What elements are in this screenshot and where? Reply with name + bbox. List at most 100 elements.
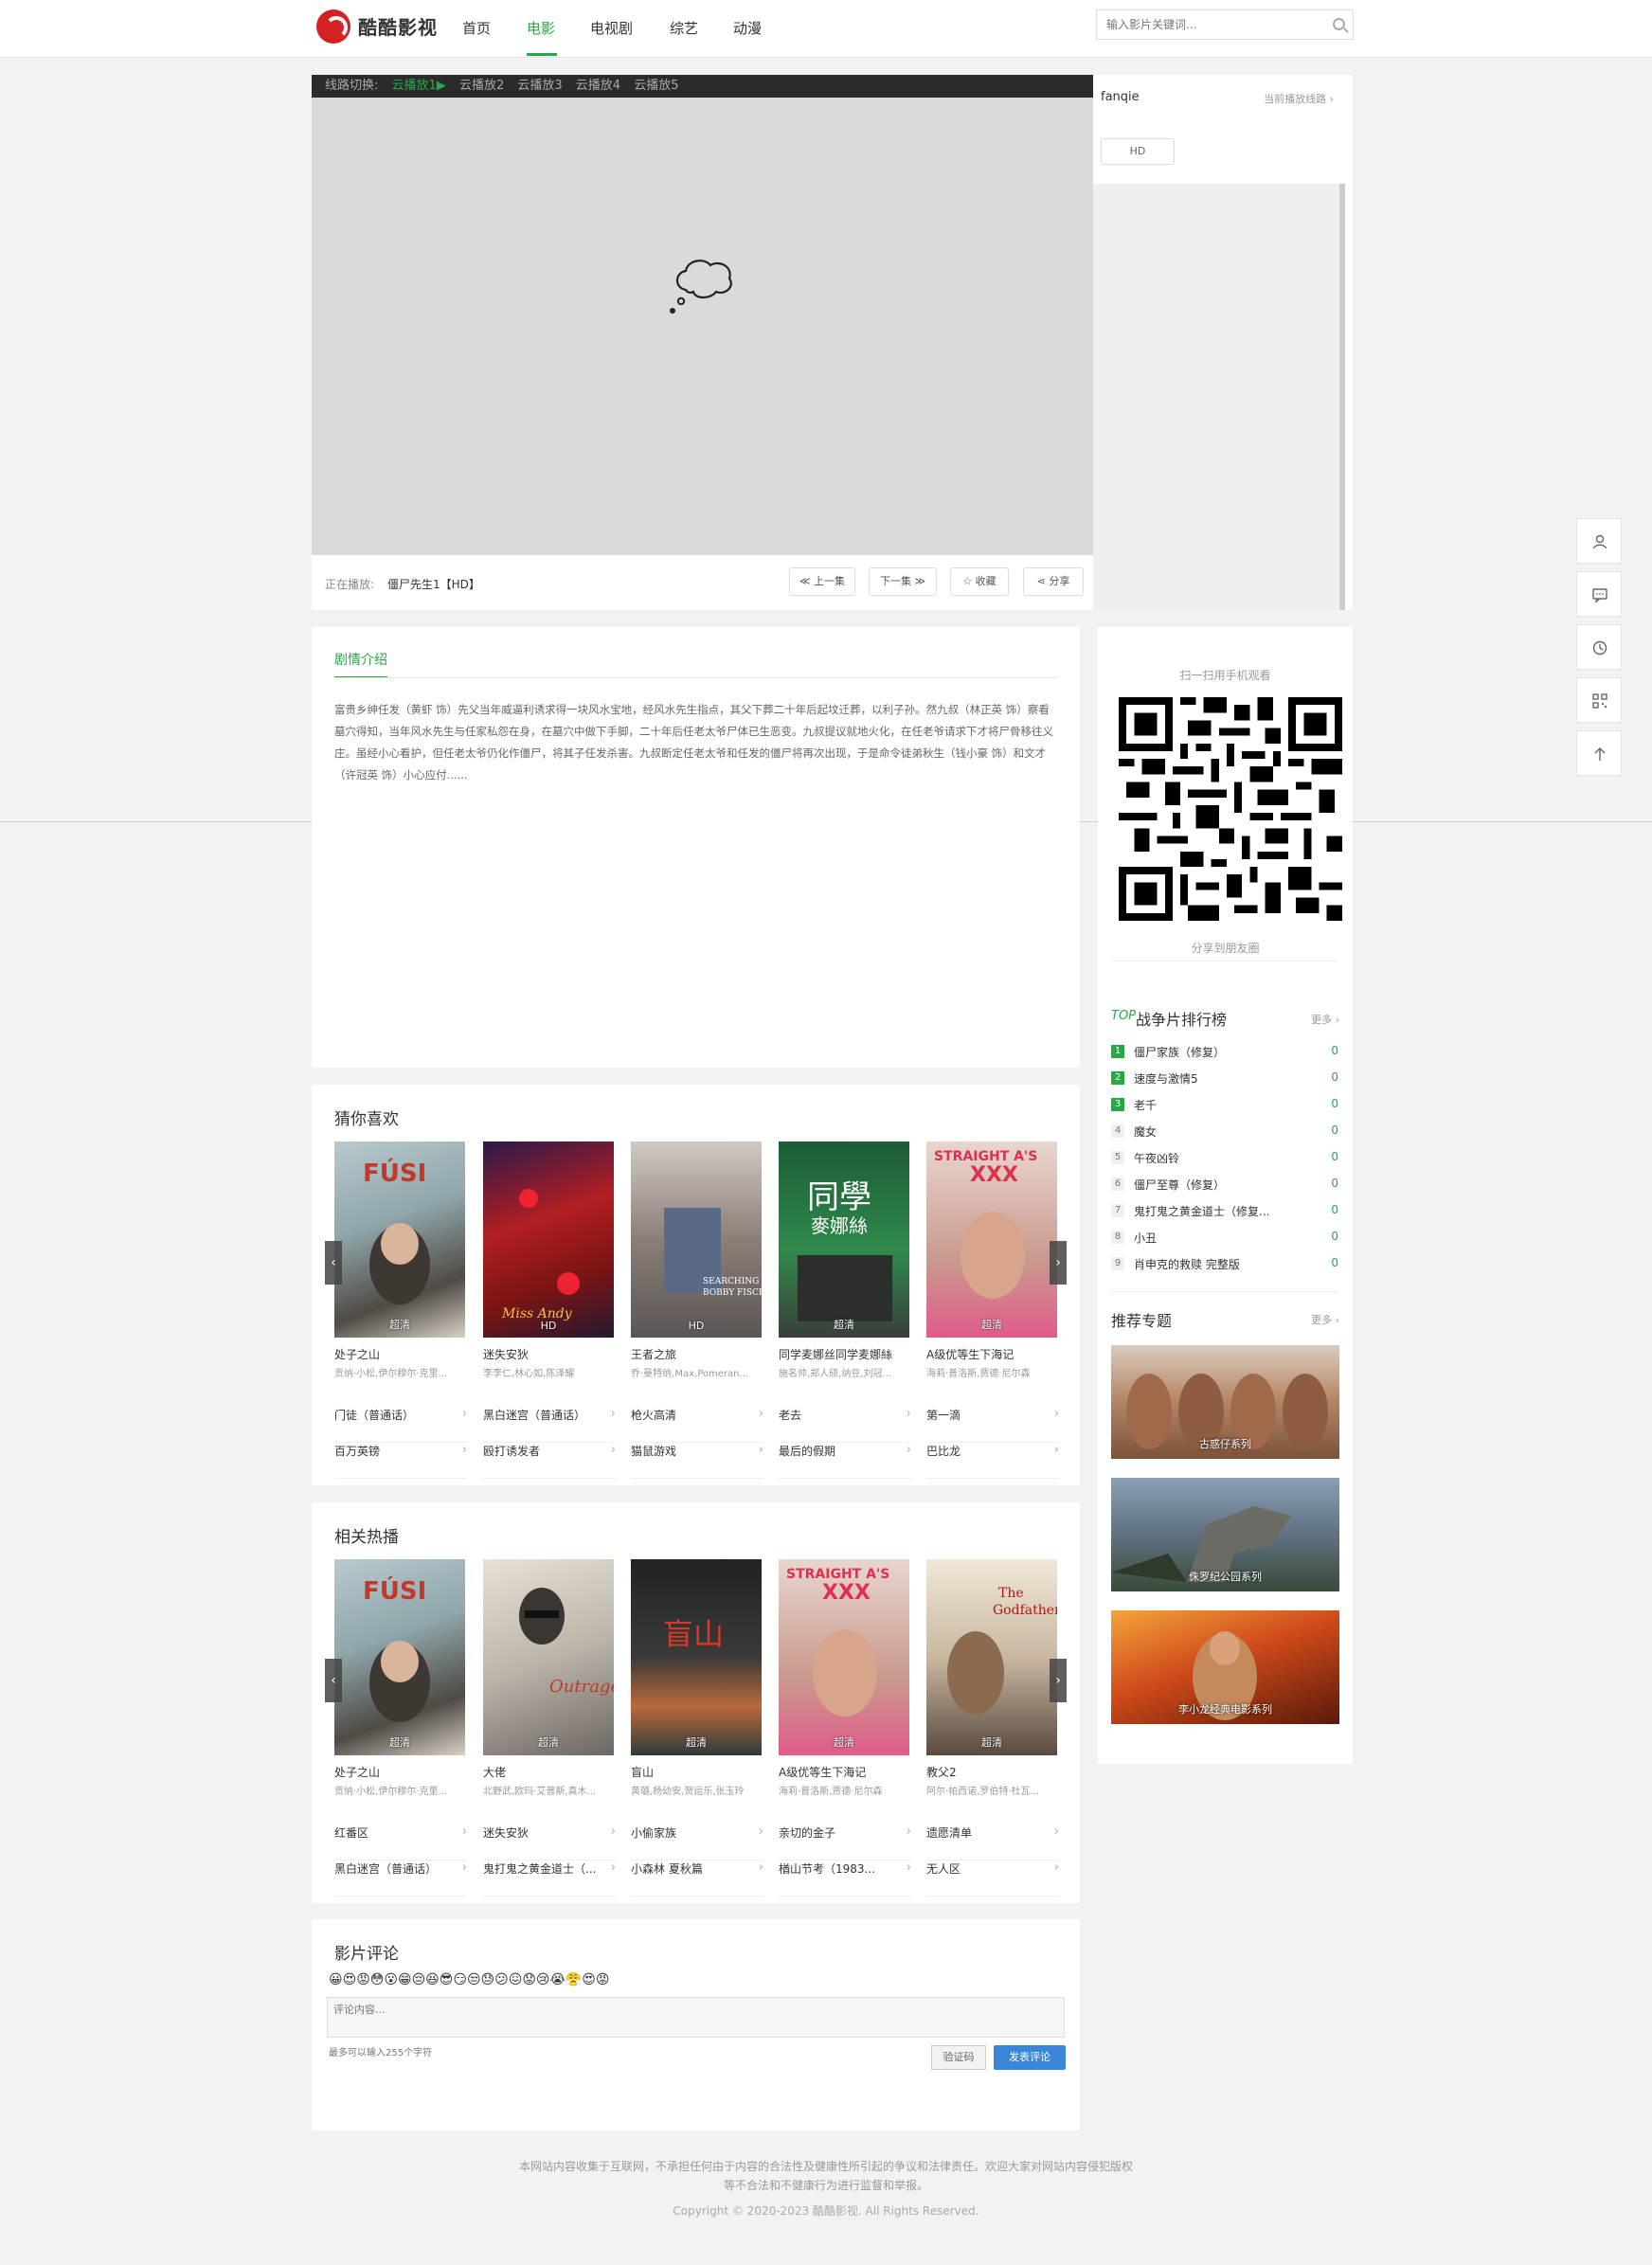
next-episode-button[interactable]: 下一集 ≫ [869,567,937,596]
line-option-3[interactable]: 云播放3 [517,79,562,93]
nav-variety[interactable]: 综艺 [670,18,698,38]
related-link[interactable]: 巴比龙 › [926,1443,1059,1479]
carousel-next-button[interactable]: › [1050,1659,1067,1702]
topic-card[interactable]: 侏罗纪公园系列 [1111,1478,1339,1591]
related-link[interactable]: 猫鼠游戏 › [631,1443,763,1479]
poster-title[interactable]: 教父2 [926,1764,1057,1780]
poster-title[interactable]: 大佬 [483,1764,614,1780]
poster-title[interactable]: A级优等生下海记 [926,1346,1057,1362]
chevron-right-icon: › [758,1443,763,1457]
source-name[interactable]: fanqie [1101,90,1140,104]
poster-title[interactable]: A级优等生下海记 [779,1764,909,1780]
poster-title[interactable]: 同学麦娜丝同学麦娜絲 [779,1346,909,1362]
rank-item[interactable]: 2 速度与激情5 0 [1111,1069,1338,1088]
poster-image[interactable]: 盲山 超清 [631,1559,762,1755]
related-link[interactable]: 小森林 夏秋篇 › [631,1861,763,1896]
poster-title[interactable]: 王者之旅 [631,1346,762,1362]
chevron-right-icon: › [906,1407,911,1421]
chevron-right-icon: › [758,1407,763,1421]
rank-item[interactable]: 6 僵尸至尊（修复） 0 [1111,1175,1338,1194]
nav-movie[interactable]: 电影 [527,18,555,38]
search-box [1096,9,1354,40]
poster-image[interactable]: The Godfather 超清 [926,1559,1057,1755]
related-link[interactable]: 百万英镑 › [334,1443,467,1479]
source-header: fanqie 当前播放线路 › HD [1093,75,1345,184]
related-link[interactable]: 迷失安狄 › [483,1825,616,1861]
poster-title[interactable]: 处子之山 [334,1346,465,1362]
dock-user-button[interactable] [1576,518,1622,564]
tab-intro[interactable]: 剧情介绍 [334,650,387,678]
rank-item[interactable]: 1 僵尸家族（修复） 0 [1111,1042,1338,1061]
carousel-next-button[interactable]: › [1050,1241,1067,1285]
svg-text:XXX: XXX [970,1163,1018,1187]
topic-card[interactable]: 古惑仔系列 [1111,1345,1339,1459]
related-link[interactable]: 第一滴 › [926,1407,1059,1443]
poster-image[interactable]: Miss Andy HD [483,1141,614,1338]
rank-item[interactable]: 9 肖申克的救赎 完整版 0 [1111,1254,1338,1273]
site-logo-text[interactable]: 酷酷影视 [358,12,438,40]
comment-input[interactable] [327,1997,1065,2038]
poster-title[interactable]: 处子之山 [334,1764,465,1780]
share-button[interactable]: ⋖ 分享 [1023,567,1084,596]
emoji-picker[interactable]: 😀😍😡😳😮😁😔😆😎😏😒😓😕😖😟😢😭😤😍😡 [329,1972,610,1987]
poster-image[interactable]: Outrage 超清 [483,1559,614,1755]
line-option-2[interactable]: 云播放2 [459,79,504,93]
related-link[interactable]: 老去 › [779,1407,911,1443]
related-link[interactable]: 小偷家族 › [631,1825,763,1861]
rank-more-link[interactable]: 更多 › [1311,1012,1339,1027]
quality-badge: 超清 [834,1319,854,1331]
captcha-button[interactable]: 验证码 [931,2045,986,2070]
current-source-label[interactable]: 当前播放线路 › [1264,91,1334,106]
qr-scan-label: 扫一扫用手机观看 [1179,669,1271,682]
dock-back-to-top-button[interactable] [1576,730,1622,776]
related-link[interactable]: 红番区 › [334,1825,467,1861]
poster-image[interactable]: FÚSI 超清 [334,1559,465,1755]
logo-icon[interactable] [316,9,350,44]
related-link[interactable]: 无人区 › [926,1861,1059,1896]
poster-image[interactable]: STRAIGHT A'S XXX 超清 [926,1141,1057,1338]
related-link[interactable]: 楢山节考（1983... › [779,1861,911,1896]
related-link[interactable]: 枪火高清 › [631,1407,763,1443]
rank-item[interactable]: 3 老千 0 [1111,1095,1338,1114]
favorite-button[interactable]: ☆ 收藏 [950,567,1009,596]
rank-item[interactable]: 5 午夜凶铃 0 [1111,1148,1338,1167]
rank-item[interactable]: 7 鬼打鬼之黄金道士（修复... 0 [1111,1201,1338,1220]
line-option-4[interactable]: 云播放4 [576,79,620,93]
episode-hd-button[interactable]: HD [1101,138,1175,165]
related-link[interactable]: 黑白迷宫（普通话） › [483,1407,616,1443]
related-link[interactable]: 最后的假期 › [779,1443,911,1479]
video-player[interactable] [312,98,1093,555]
line-option-5[interactable]: 云播放5 [634,79,678,93]
search-input[interactable] [1097,10,1315,39]
nav-anime[interactable]: 动漫 [733,18,762,38]
poster-image[interactable]: FÚSI 超清 [334,1141,465,1338]
dock-message-button[interactable] [1576,571,1622,617]
chevron-right-icon: › [1053,1407,1059,1421]
carousel-prev-button[interactable]: ‹ [325,1659,342,1702]
related-link[interactable]: 亲切的金子 › [779,1825,911,1861]
search-icon[interactable] [1333,18,1345,30]
related-link[interactable]: 黑白迷宫（普通话） › [334,1861,467,1896]
nav-home[interactable]: 首页 [462,18,491,38]
topic-more-link[interactable]: 更多 › [1311,1312,1339,1327]
topic-card[interactable]: 李小龙经典电影系列 [1111,1610,1339,1724]
poster-title[interactable]: 迷失安狄 [483,1346,614,1362]
related-link[interactable]: 鬼打鬼之黄金道士（... › [483,1861,616,1896]
nav-tv[interactable]: 电视剧 [590,18,633,38]
carousel-prev-button[interactable]: ‹ [325,1241,342,1285]
nav-active-indicator [527,53,557,56]
submit-comment-button[interactable]: 发表评论 [994,2045,1066,2070]
related-link[interactable]: 遗愿清单 › [926,1825,1059,1861]
related-link[interactable]: 门徒（普通话） › [334,1407,467,1443]
poster-image[interactable]: SEARCHING BOBBY FISCHER HD [631,1141,762,1338]
related-link[interactable]: 殴打诱发者 › [483,1443,616,1479]
dock-qrcode-button[interactable] [1576,677,1622,723]
poster-image[interactable]: STRAIGHT A'S XXX 超清 [779,1559,909,1755]
poster-title[interactable]: 盲山 [631,1764,762,1780]
poster-image[interactable]: 同學 麥娜絲 超清 [779,1141,909,1338]
rank-item[interactable]: 8 小丑 0 [1111,1228,1338,1247]
dock-history-button[interactable] [1576,624,1622,670]
rank-item[interactable]: 4 魔女 0 [1111,1122,1338,1141]
prev-episode-button[interactable]: ≪ 上一集 [789,567,855,596]
line-option-1[interactable]: 云播放1▶ [392,79,446,93]
